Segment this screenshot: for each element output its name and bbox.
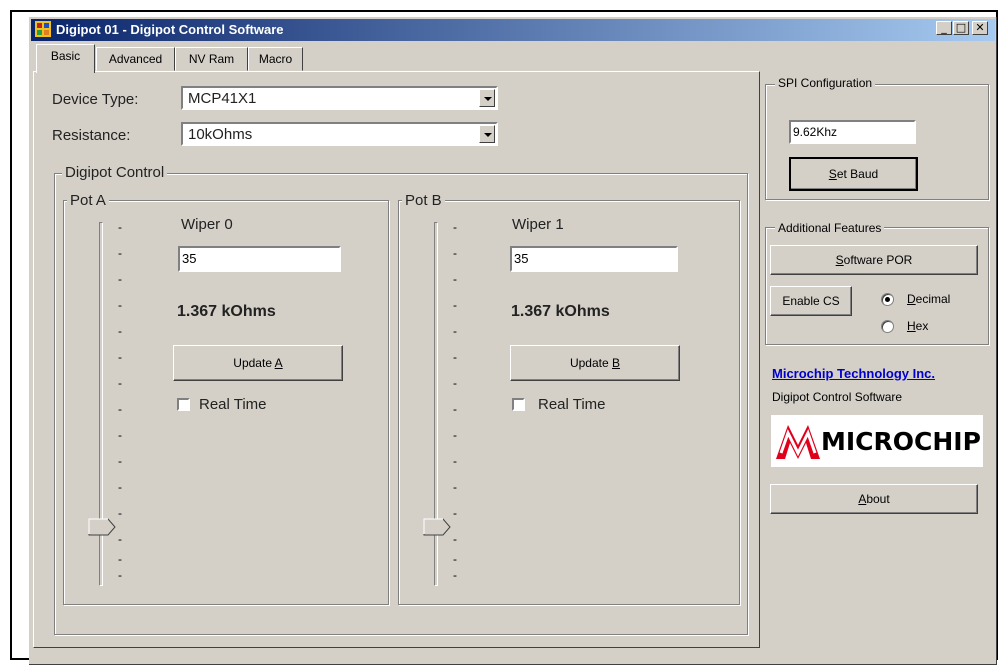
wiper-0-value: 35	[182, 251, 197, 266]
app-icon	[35, 21, 51, 37]
set-baud-button[interactable]: Set Baud	[789, 157, 918, 191]
chevron-down-icon	[484, 97, 492, 101]
decimal-radio[interactable]	[881, 293, 894, 306]
tab-nv-ram[interactable]: NV Ram	[175, 47, 248, 71]
dropdown-button[interactable]	[479, 89, 495, 107]
button-label: Enable CS	[782, 294, 840, 308]
chevron-down-icon	[484, 133, 492, 137]
accelerator-key: B	[612, 356, 621, 370]
pot-b-realtime-label: Real Time	[538, 396, 606, 413]
hex-radio[interactable]	[881, 320, 894, 333]
tab-label: NV Ram	[188, 52, 235, 66]
baud-input[interactable]: 9.62Khz	[789, 120, 916, 144]
pot-b-slider-ticks: ---------------	[453, 220, 457, 582]
wiper-0-input[interactable]: 35	[178, 246, 341, 272]
radio-label: ecimal	[915, 292, 951, 306]
logo-text: MICROCHIP	[821, 427, 981, 456]
pot-b-resistance: 1.367 kOhms	[511, 303, 610, 320]
resistance-dropdown[interactable]: 10kOhms	[181, 122, 498, 146]
decimal-label: Decimal	[907, 292, 950, 306]
accelerator-key: H	[907, 319, 916, 333]
close-button[interactable]: ✕	[972, 21, 988, 35]
radio-label: ex	[915, 319, 929, 333]
tab-advanced[interactable]: Advanced	[96, 47, 175, 71]
tab-label: Basic	[50, 49, 81, 63]
button-label: bout	[866, 492, 890, 506]
wiper-1-value: 35	[514, 251, 529, 266]
pot-a-title: Pot A	[67, 192, 109, 209]
baud-value: 9.62Khz	[793, 125, 838, 139]
update-b-button[interactable]: Update B	[510, 345, 680, 381]
button-label: oftware POR	[843, 253, 913, 267]
pot-b-realtime-checkbox[interactable]	[512, 398, 525, 411]
window-title: Digipot 01 - Digipot Control Software	[56, 22, 284, 37]
tab-macro[interactable]: Macro	[248, 47, 303, 71]
resistance-value: 10kOhms	[188, 126, 253, 143]
pot-a-realtime-label: Real Time	[199, 396, 267, 413]
accelerator-key: S	[835, 253, 844, 267]
accelerator-key: S	[828, 167, 837, 181]
update-a-button[interactable]: Update A	[173, 345, 343, 381]
wiper-0-label: Wiper 0	[181, 216, 233, 233]
device-type-value: MCP41X1	[188, 90, 257, 107]
digipot-control-title: Digipot Control	[62, 164, 168, 181]
enable-cs-button[interactable]: Enable CS	[770, 286, 852, 316]
device-type-dropdown[interactable]: MCP41X1	[181, 86, 498, 110]
about-button[interactable]: About	[770, 484, 978, 514]
tab-basic[interactable]: Basic	[36, 44, 95, 73]
close-icon: ✕	[975, 21, 985, 34]
pot-a-slider-ticks: ---------------	[118, 220, 122, 582]
accelerator-key: A	[274, 356, 283, 370]
microchip-logo-icon	[776, 425, 820, 459]
dropdown-button[interactable]	[479, 125, 495, 143]
radio-selected-dot	[885, 297, 890, 302]
pot-a-resistance: 1.367 kOhms	[177, 303, 276, 320]
minimize-button[interactable]: _	[936, 21, 952, 35]
minimize-icon: _	[941, 21, 947, 34]
pot-b-title: Pot B	[402, 192, 445, 209]
software-por-button[interactable]: Software POR	[770, 245, 978, 275]
wiper-1-input[interactable]: 35	[510, 246, 678, 272]
spi-configuration-title: SPI Configuration	[775, 76, 876, 90]
company-link[interactable]: Microchip Technology Inc.	[772, 366, 935, 381]
pot-a-realtime-checkbox[interactable]	[177, 398, 190, 411]
maximize-icon: □	[955, 21, 967, 34]
accelerator-key: D	[907, 292, 916, 306]
tab-label: Advanced	[108, 52, 163, 66]
maximize-button[interactable]: □	[953, 21, 969, 35]
additional-features-title: Additional Features	[775, 221, 885, 235]
hex-label: Hex	[907, 319, 928, 333]
button-label: et Baud	[836, 167, 879, 181]
resistance-label: Resistance:	[52, 127, 131, 144]
tab-label: Macro	[258, 52, 293, 66]
button-label: Update	[569, 356, 612, 370]
button-label: Update	[233, 356, 275, 370]
device-type-label: Device Type:	[52, 91, 139, 108]
software-name: Digipot Control Software	[772, 390, 903, 404]
microchip-logo: MICROCHIP	[771, 415, 983, 467]
pot-a-slider-thumb[interactable]	[88, 518, 116, 536]
pot-b-slider-thumb[interactable]	[423, 518, 451, 536]
wiper-1-label: Wiper 1	[512, 216, 564, 233]
